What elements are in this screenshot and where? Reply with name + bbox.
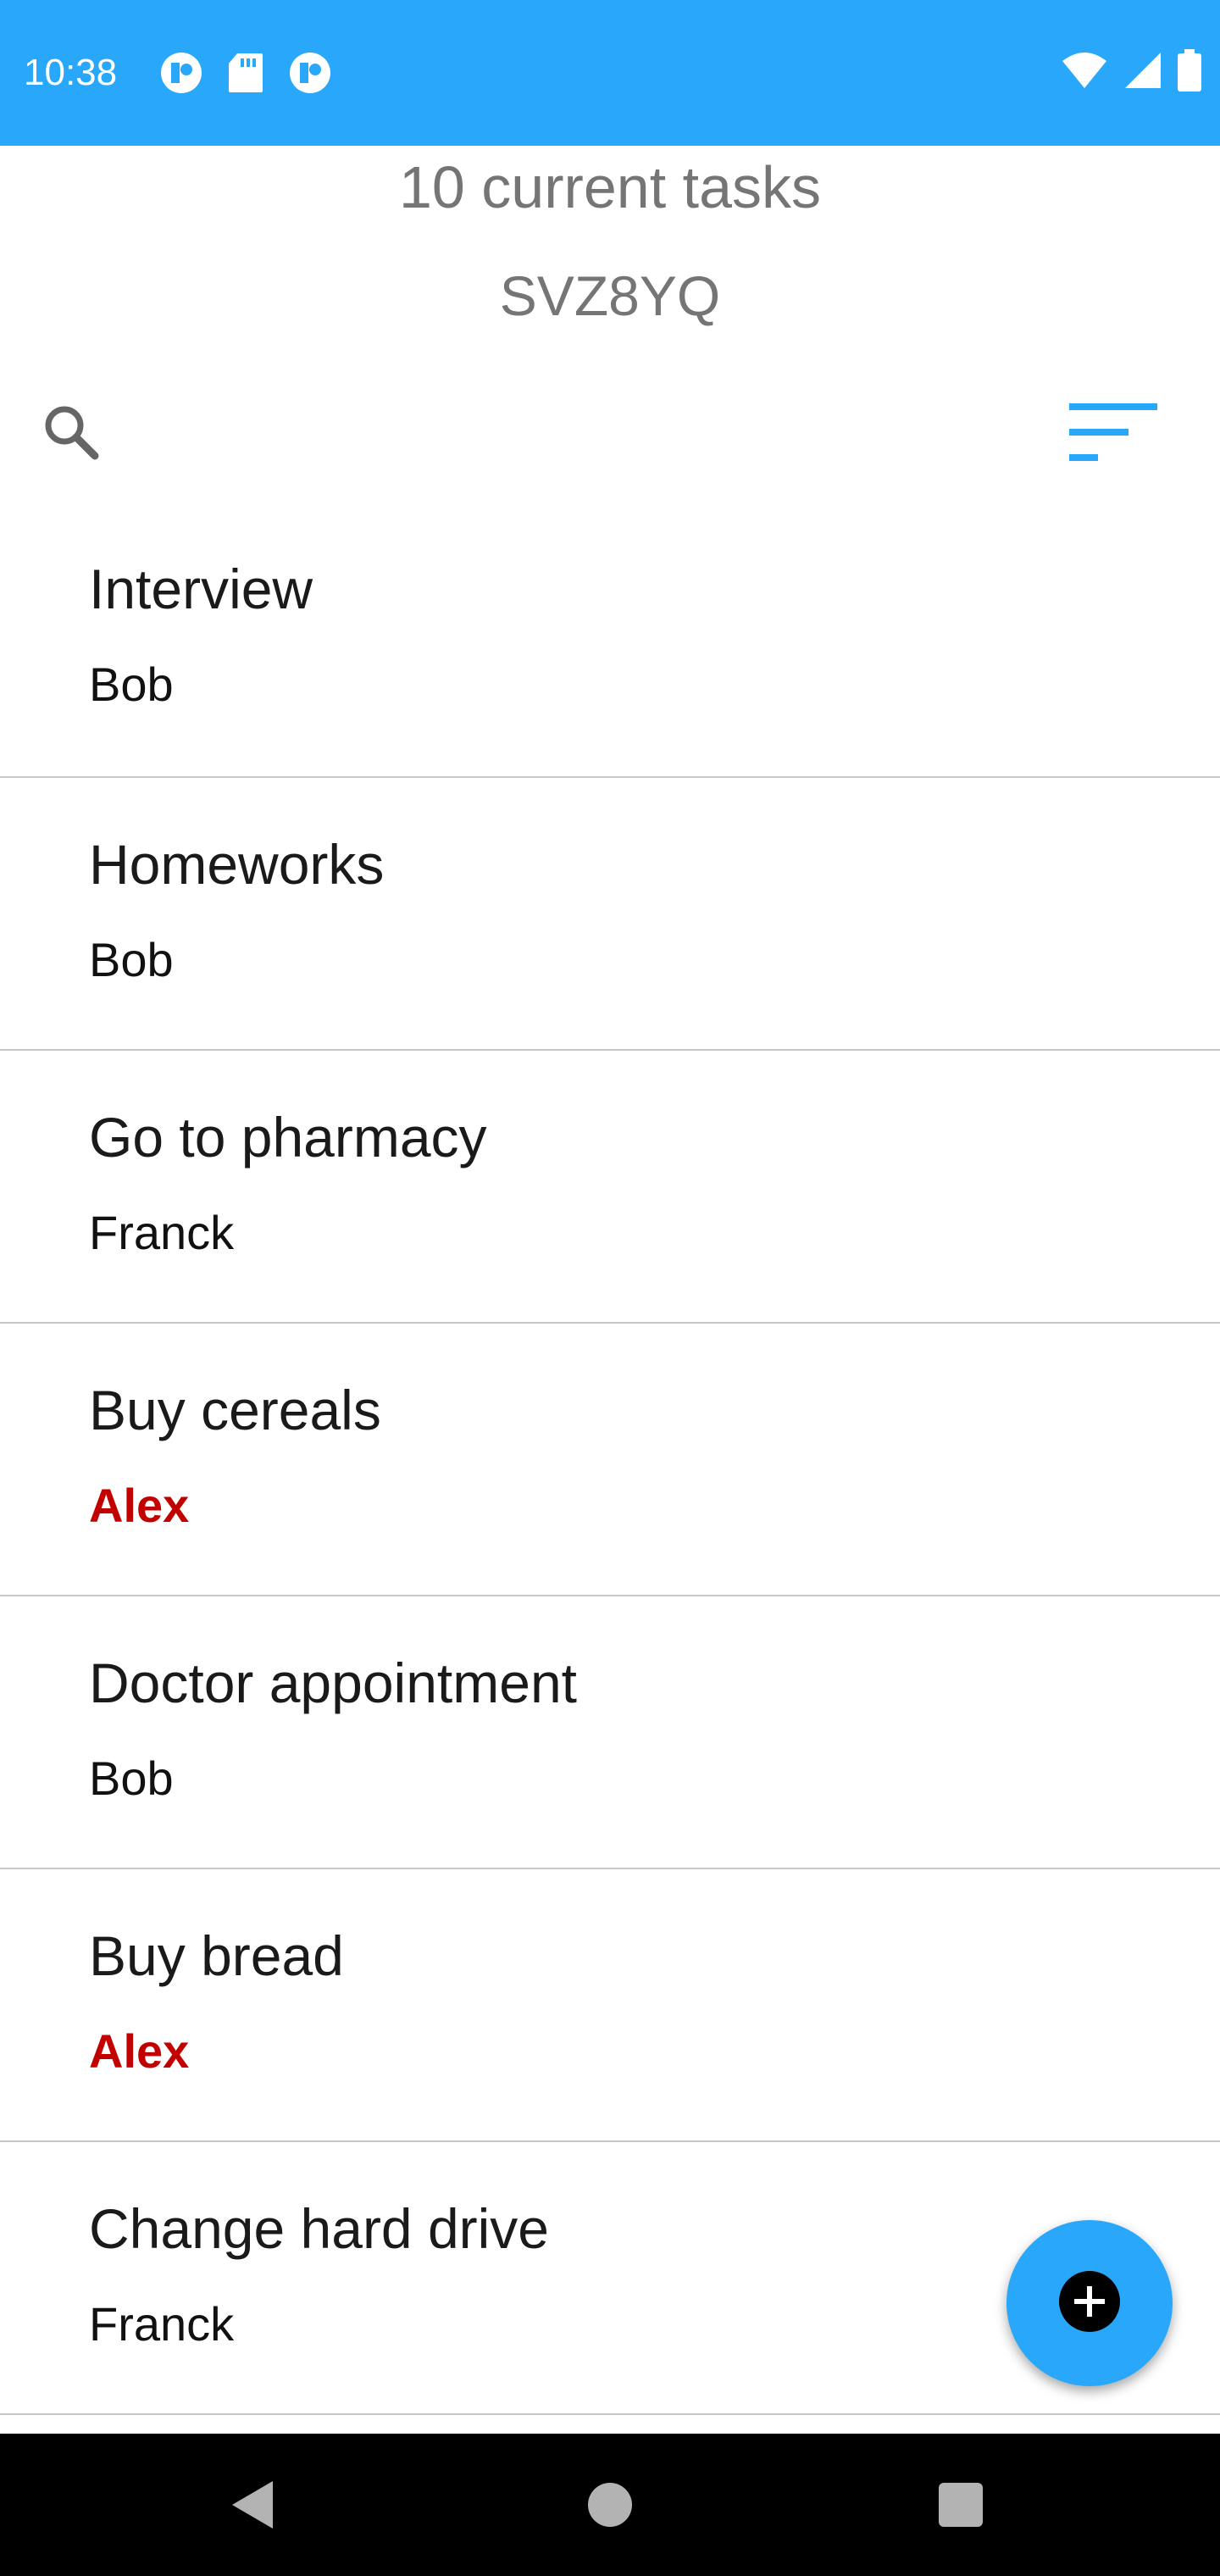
task-item[interactable]: Buy bread Alex [0,1869,1220,2142]
task-item[interactable]: Buy cereals Alex [0,1324,1220,1596]
task-title: Go to pharmacy [89,1106,487,1169]
navigation-bar [0,2434,1220,2576]
search-icon [37,406,105,469]
task-owner: Bob [89,1752,174,1805]
sd-card-icon [227,52,264,98]
task-owner: Franck [89,2297,235,2351]
task-owner: Alex [89,1479,190,1532]
task-title: Buy bread [89,1924,344,1987]
task-title: Buy cereals [89,1379,381,1441]
battery-icon [1178,49,1201,96]
task-count-title: 10 current tasks [399,154,821,220]
task-title: Doctor appointment [89,1652,577,1714]
search-button[interactable] [37,398,105,466]
status-time: 10:38 [24,52,118,93]
task-owner: Franck [89,1206,235,1259]
task-item[interactable]: Go to pharmacy Franck [0,1051,1220,1324]
status-bar: 10:38 [0,0,1220,146]
task-owner: Bob [89,658,174,711]
add-task-button[interactable] [1006,2220,1173,2386]
sort-button[interactable] [1068,397,1161,473]
signal-icon [1123,51,1162,94]
notification-app-icon [288,51,332,99]
back-icon[interactable] [229,2478,276,2536]
list-code: SVZ8YQ [499,264,721,327]
task-title: Homeworks [89,833,385,896]
sort-icon [1068,403,1161,476]
home-icon[interactable] [588,2483,632,2527]
wifi-icon [1061,51,1108,94]
task-title: Change hard drive [89,2197,550,2260]
task-item[interactable]: Doctor appointment Bob [0,1596,1220,1869]
task-owner: Bob [89,933,174,986]
task-item[interactable]: Interview Bob [0,502,1220,778]
notification-app-icon [159,51,203,99]
add-icon [1057,2269,1122,2338]
task-list: Interview Bob Homeworks Bob Go to pharmacy Fr… [0,502,1220,2415]
task-title: Interview [89,558,313,620]
recents-icon[interactable] [939,2483,983,2527]
task-owner: Alex [89,2024,190,2078]
task-item[interactable]: Homeworks Bob [0,778,1220,1051]
